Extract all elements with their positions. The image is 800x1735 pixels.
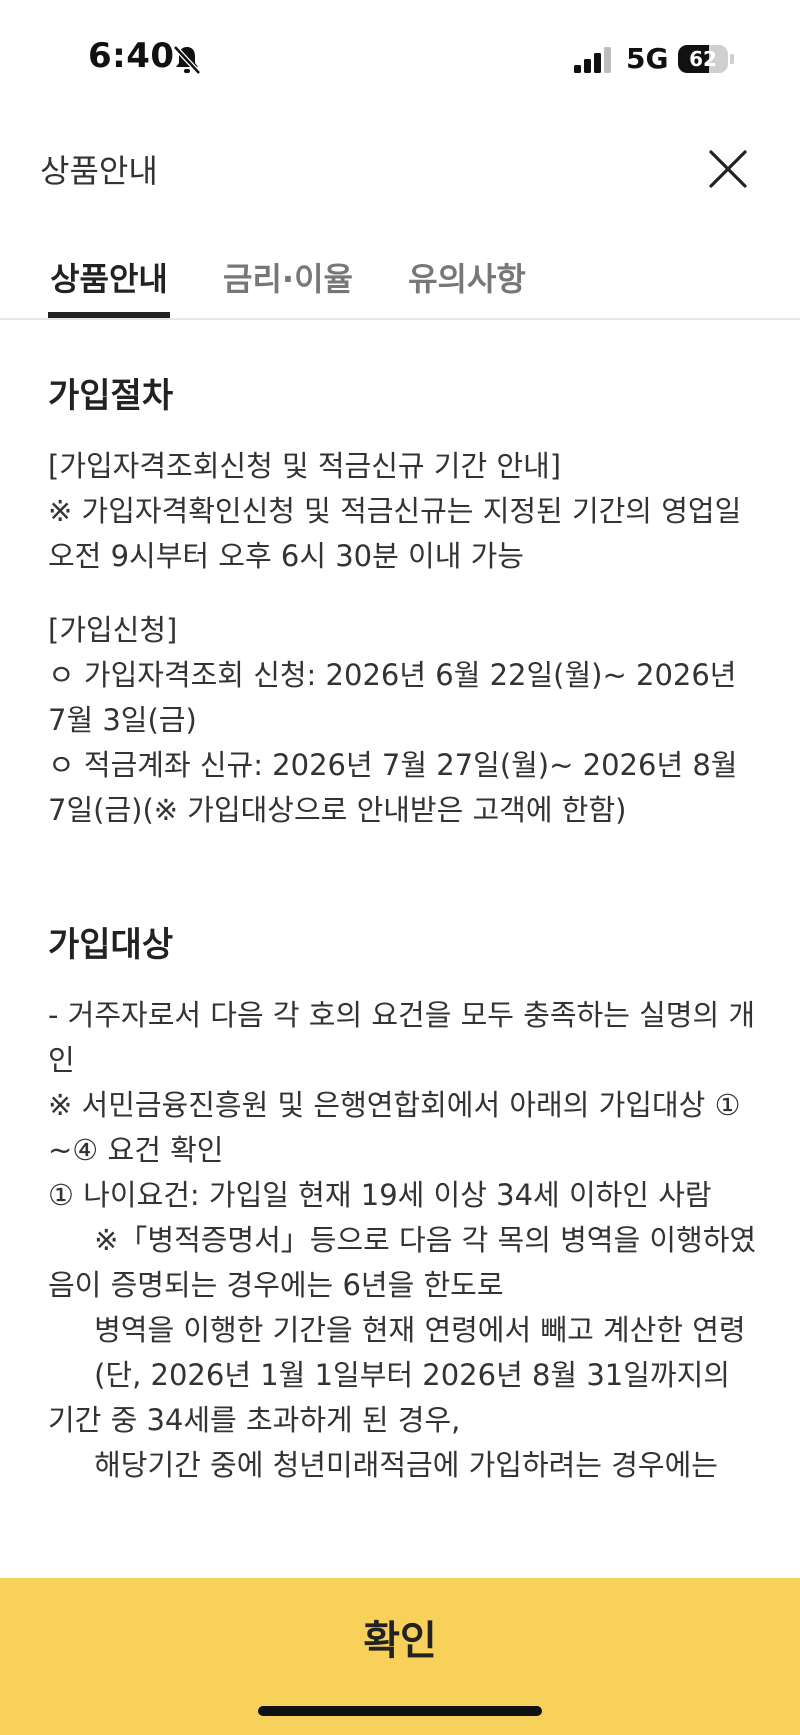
- bell-off-icon: [173, 45, 201, 75]
- tab-label: 상품안내: [50, 260, 168, 298]
- section-title-procedure: 가입절차: [48, 376, 174, 416]
- content-area[interactable]: 가입절차 [가입자격조회신청 및 적금신규 기간 안내] ※ 가입자격확인신청 …: [48, 370, 758, 1488]
- tab-label: 유의사항: [408, 260, 526, 298]
- close-button[interactable]: [698, 144, 758, 194]
- tab-product-info[interactable]: 상품안내: [48, 254, 170, 318]
- confirm-button[interactable]: 확인: [0, 1578, 800, 1696]
- tab-bar: 상품안내 금리·이율 유의사항: [0, 240, 800, 320]
- section-title-eligibility: 가입대상: [48, 925, 174, 965]
- home-indicator: [258, 1706, 542, 1716]
- header-title: 상품안내: [40, 152, 158, 190]
- tab-interest-rate[interactable]: 금리·이율: [218, 254, 358, 318]
- network-label: 5G: [626, 42, 669, 75]
- tab-underline: [48, 312, 170, 318]
- status-bar: 6:40 5G 62: [0, 0, 800, 110]
- procedure-period-info: [가입자격조회신청 및 적금신규 기간 안내] ※ 가입자격확인신청 및 적금신…: [48, 449, 742, 573]
- tab-notices[interactable]: 유의사항: [406, 254, 528, 318]
- close-icon: [709, 150, 747, 188]
- battery-icon: 62: [678, 45, 734, 73]
- signal-icon: [574, 47, 611, 73]
- tab-label: 금리·이율: [223, 260, 353, 298]
- status-time: 6:40: [88, 36, 175, 76]
- battery-level: 62: [689, 47, 717, 71]
- eligibility-info: - 거주자로서 다음 각 호의 요건을 모두 충족하는 실명의 개인 ※ 서민금…: [48, 998, 757, 1482]
- procedure-application-info: [가입신청] ㅇ 가입자격조회 신청: 2026년 6월 22일(월)~ 202…: [48, 613, 738, 827]
